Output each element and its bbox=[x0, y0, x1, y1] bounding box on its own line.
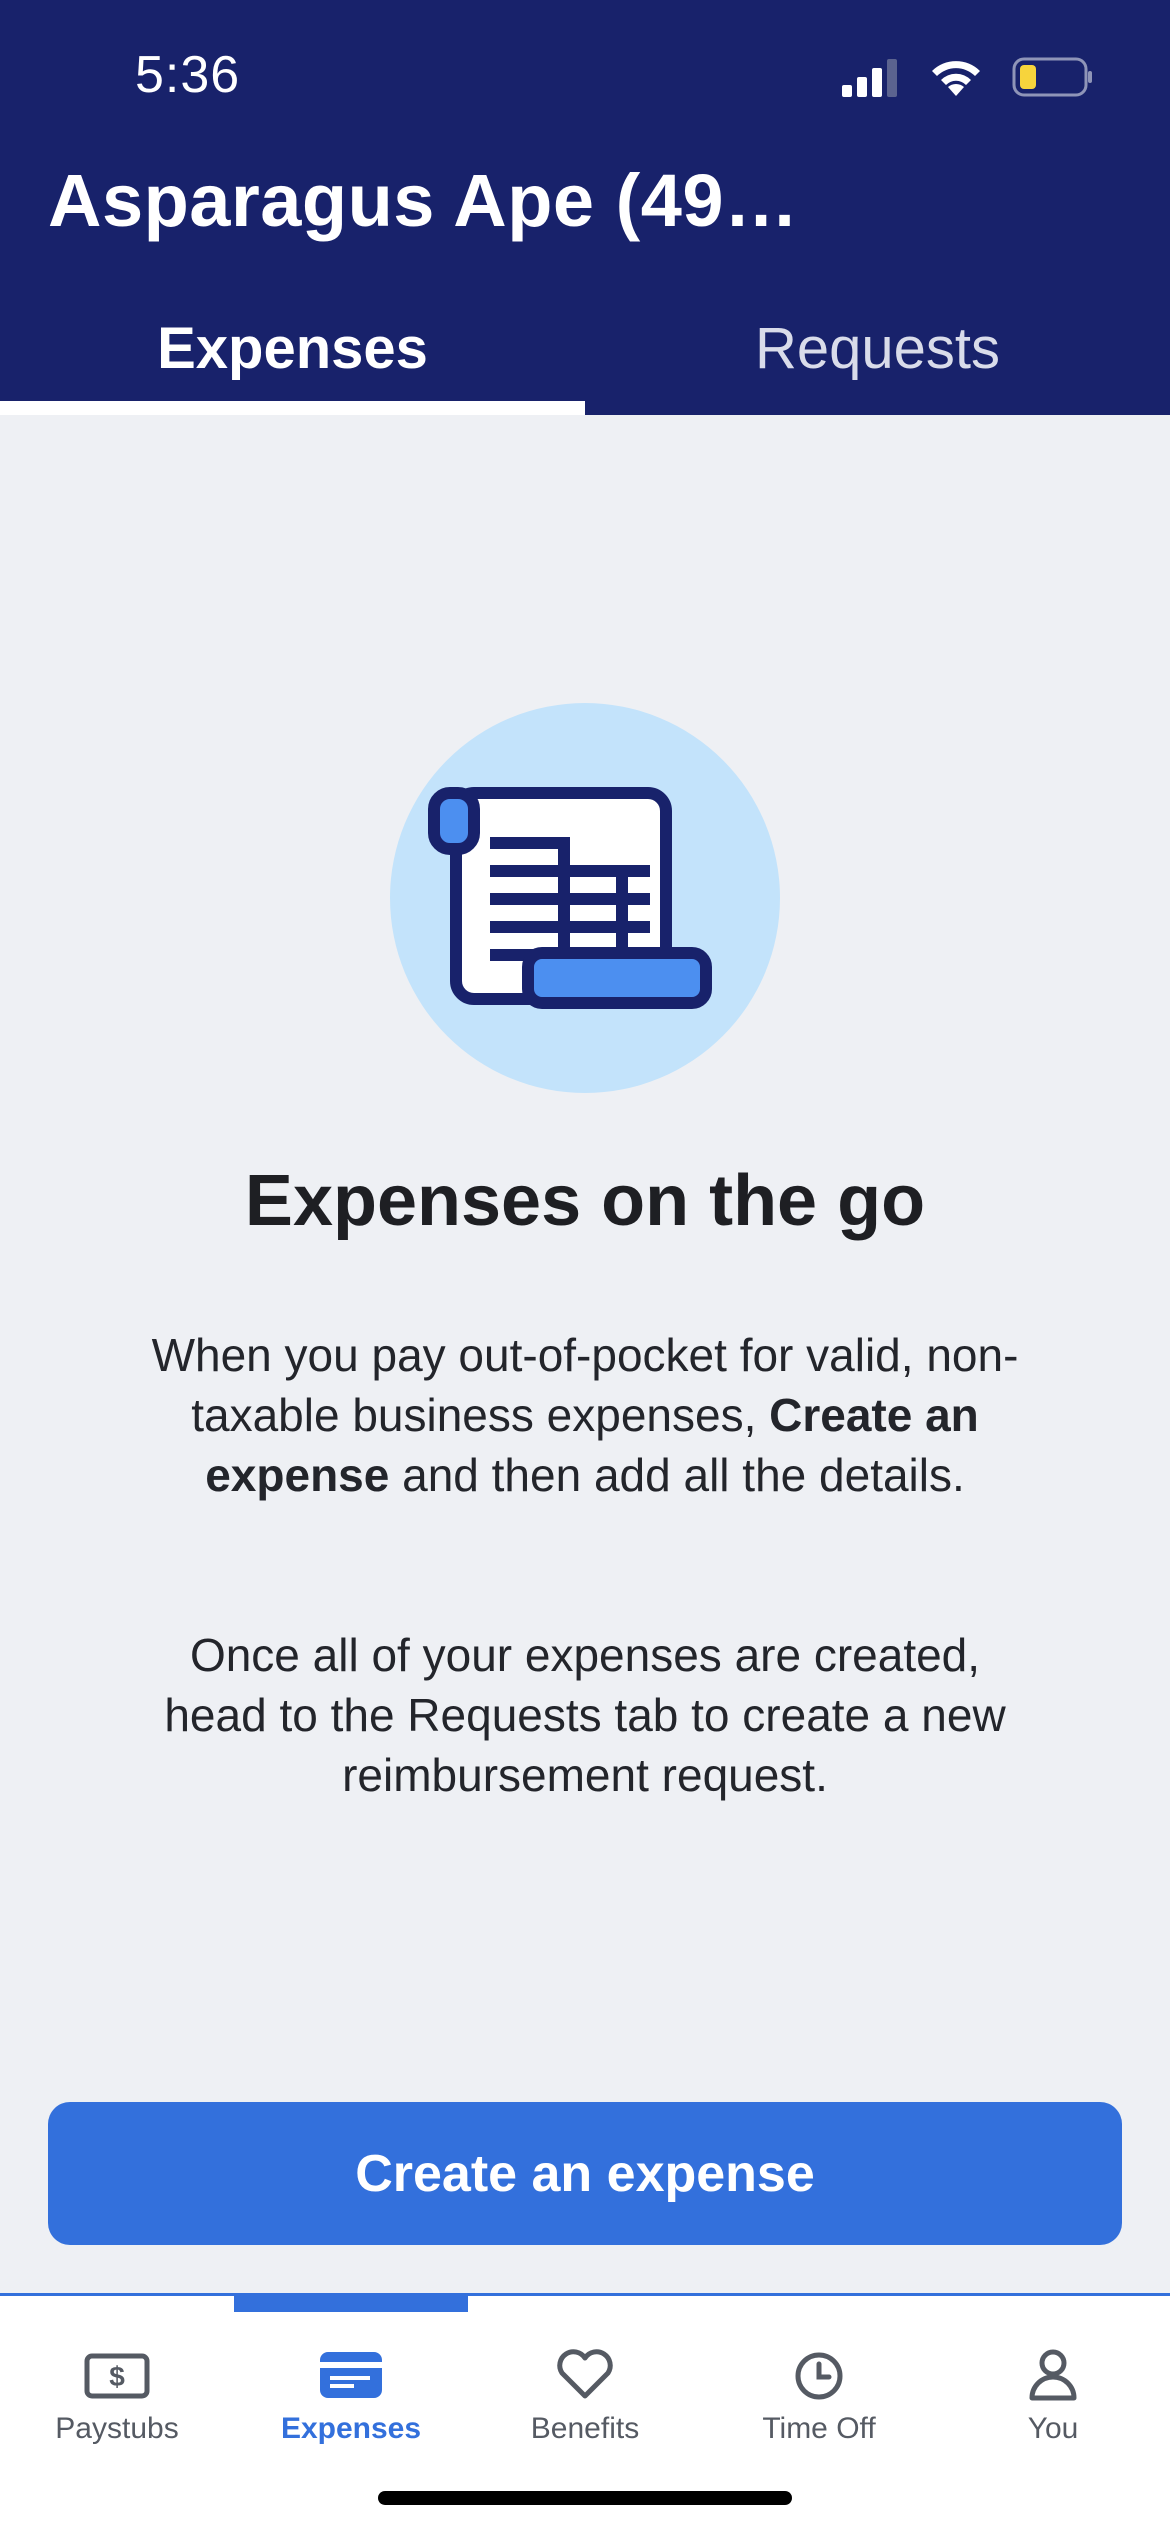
empty-state-headline: Expenses on the go bbox=[244, 1161, 926, 1241]
battery-icon bbox=[1012, 57, 1092, 97]
nav-label-benefits: Benefits bbox=[530, 2412, 640, 2445]
heart-icon bbox=[557, 2349, 613, 2399]
nav-label-you: You bbox=[1027, 2412, 1079, 2445]
paystub-icon: $ bbox=[84, 2353, 150, 2399]
clock-icon bbox=[795, 2352, 843, 2400]
nav-label-paystubs: Paystubs bbox=[55, 2412, 179, 2445]
create-expense-button[interactable]: Create an expense bbox=[48, 2102, 1122, 2245]
svg-text:$: $ bbox=[109, 2361, 125, 2392]
receipt-scroll-icon bbox=[390, 703, 780, 1093]
status-time: 5:36 bbox=[135, 46, 241, 104]
empty-state-instructions: Once all of your expenses are created, h… bbox=[164, 1629, 1006, 1801]
screen: 5:36 Asparagus Ape (49… Expenses Request… bbox=[0, 0, 1170, 2532]
app-header: 5:36 Asparagus Ape (49… Expenses Request… bbox=[0, 0, 1170, 415]
tab-requests[interactable]: Requests bbox=[585, 300, 1170, 415]
status-icons bbox=[842, 52, 1094, 102]
empty-state-description: When you pay out-of-pocket for valid, no… bbox=[145, 1325, 1025, 1505]
expenses-icon bbox=[320, 2352, 382, 2398]
page-title: Asparagus Ape (49… bbox=[48, 159, 799, 242]
tab-bar: Expenses Requests bbox=[0, 300, 1170, 415]
tab-expenses[interactable]: Expenses bbox=[0, 300, 585, 415]
nav-item-you[interactable]: You bbox=[936, 2296, 1170, 2476]
nav-label-time-off: Time Off bbox=[762, 2412, 876, 2445]
wifi-icon bbox=[932, 61, 980, 96]
nav-item-expenses[interactable]: Expenses bbox=[234, 2296, 468, 2476]
home-indicator[interactable] bbox=[378, 2491, 792, 2505]
nav-item-paystubs[interactable]: $ Paystubs bbox=[0, 2296, 234, 2476]
person-icon bbox=[1029, 2349, 1077, 2401]
nav-label-expenses: Expenses bbox=[280, 2412, 422, 2445]
cellular-signal-icon bbox=[842, 59, 897, 97]
nav-item-benefits[interactable]: Benefits bbox=[468, 2296, 702, 2476]
nav-item-time-off[interactable]: Time Off bbox=[702, 2296, 936, 2476]
description-text-end: and then add all the details. bbox=[389, 1449, 965, 1501]
